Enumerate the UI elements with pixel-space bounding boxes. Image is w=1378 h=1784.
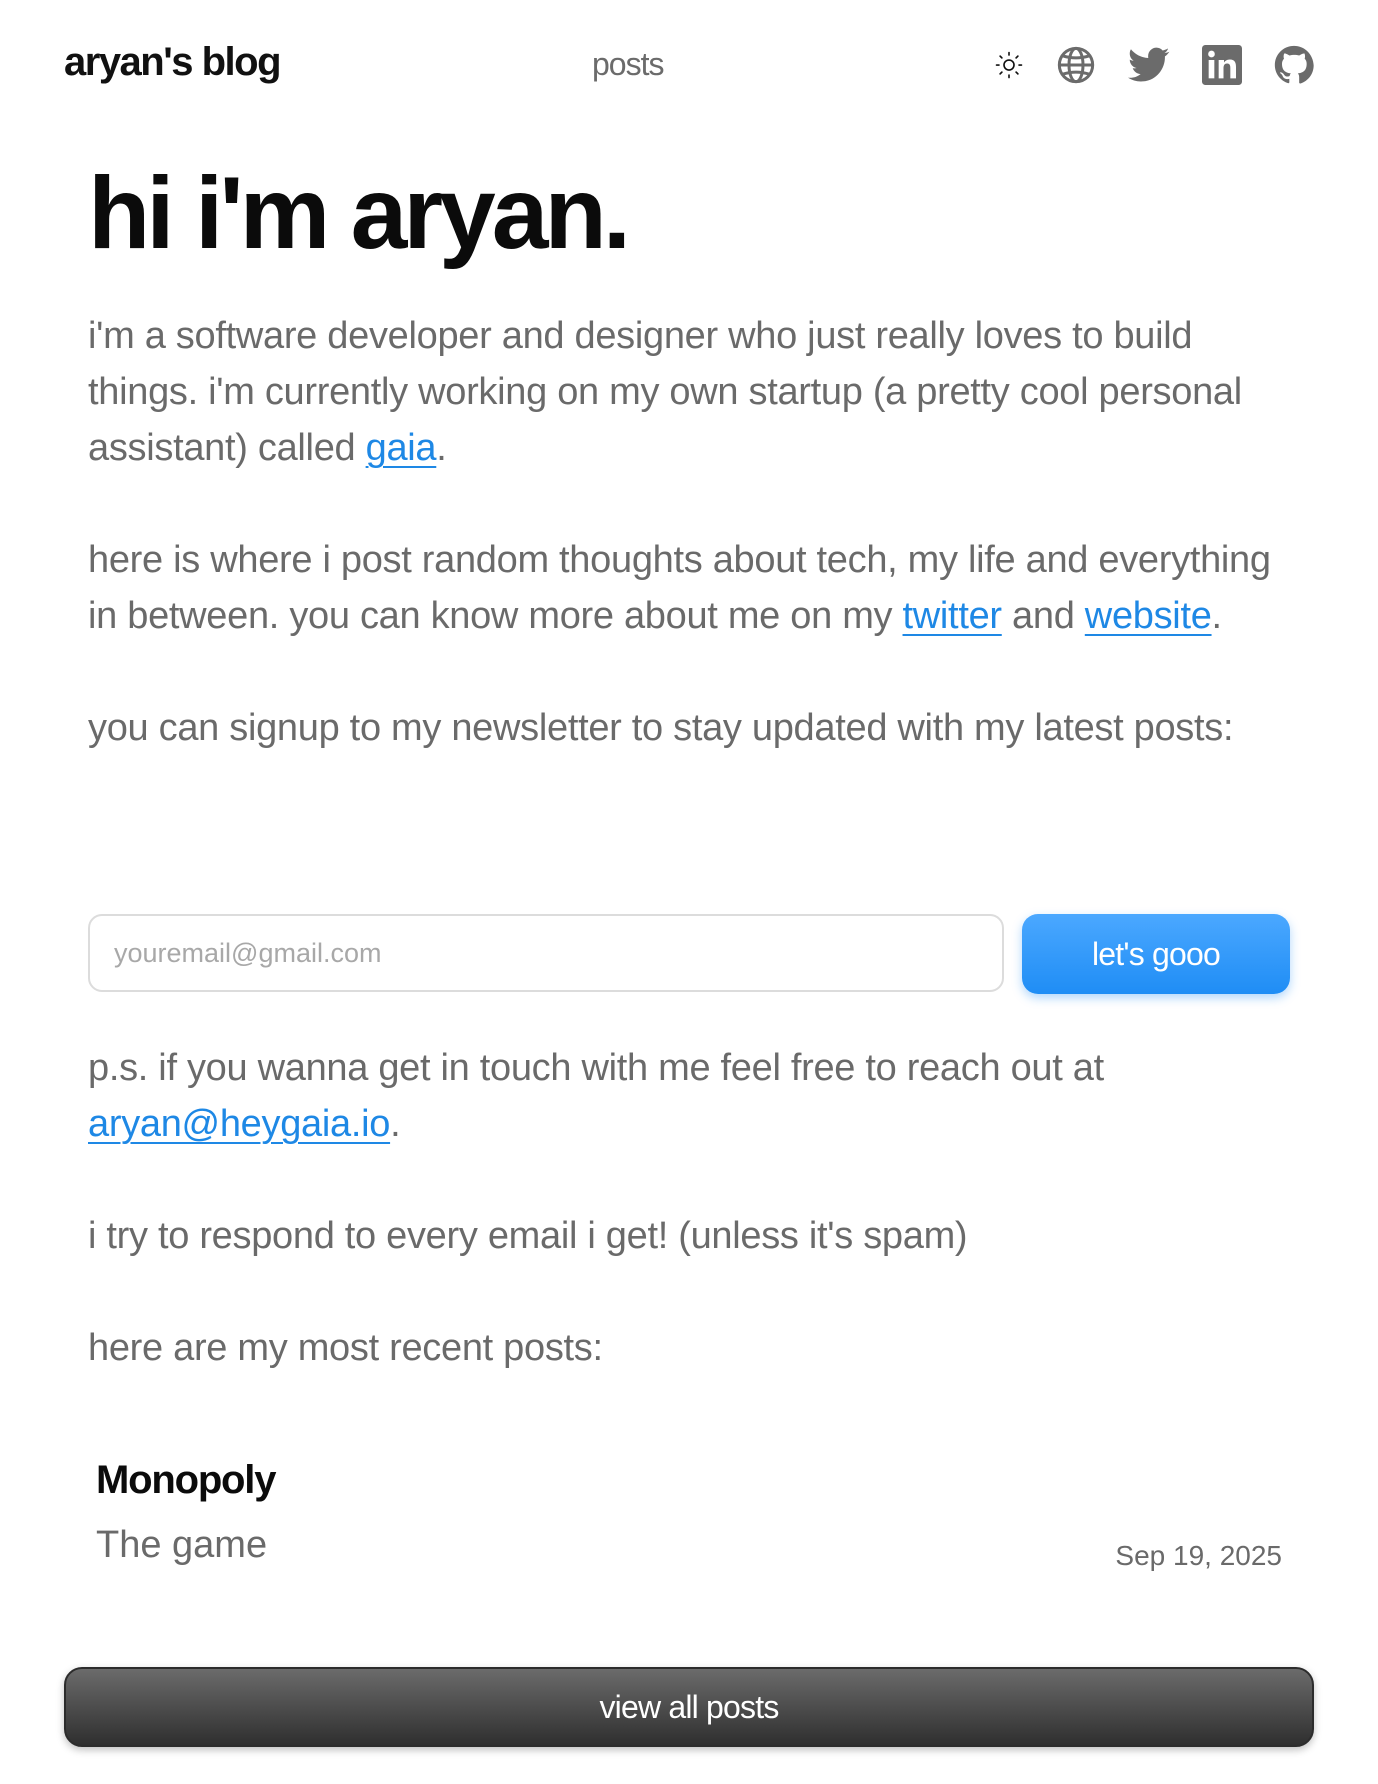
view-all-posts-button[interactable]: view all posts <box>64 1667 1314 1747</box>
period-text: . <box>390 1103 401 1145</box>
linkedin-icon[interactable] <box>1202 45 1242 85</box>
period-text: . <box>436 427 447 469</box>
website-link[interactable]: website <box>1085 595 1212 637</box>
gaia-link[interactable]: gaia <box>366 427 437 469</box>
response-note: i try to respond to every email i get! (… <box>88 1215 968 1257</box>
sun-icon[interactable] <box>994 50 1024 80</box>
intro-paragraph-1: i'm a software developer and designer wh… <box>88 308 1290 476</box>
subscribe-button[interactable]: let's gooo <box>1022 914 1290 994</box>
contact-text: p.s. if you wanna get in touch with me f… <box>88 1047 1104 1089</box>
twitter-icon[interactable] <box>1128 47 1170 83</box>
header-icons <box>994 40 1314 90</box>
nav-posts-link[interactable]: posts <box>592 46 664 83</box>
post-item[interactable]: Monopoly The game Sep 19, 2025 <box>96 1452 1282 1582</box>
intro-section: hi i'm aryan. i'm a software developer a… <box>88 148 1290 756</box>
newsletter-prompt: you can signup to my newsletter to stay … <box>88 707 1234 749</box>
globe-icon[interactable] <box>1056 45 1096 85</box>
recent-posts-heading: here are my most recent posts: <box>88 1327 603 1369</box>
email-input[interactable] <box>88 914 1004 992</box>
intro-text: i'm a software developer and designer wh… <box>88 315 1242 469</box>
period-text: . <box>1211 595 1223 637</box>
post-subtitle: The game <box>96 1524 268 1566</box>
github-icon[interactable] <box>1274 45 1314 85</box>
newsletter-form: let's gooo <box>88 914 1290 994</box>
site-header: aryan's blog posts <box>0 0 1378 130</box>
contact-section: p.s. if you wanna get in touch with me f… <box>88 1040 1290 1376</box>
contact-paragraph: p.s. if you wanna get in touch with me f… <box>88 1040 1290 1152</box>
post-title: Monopoly <box>96 1458 276 1502</box>
and-text: and <box>1001 595 1085 637</box>
twitter-link[interactable]: twitter <box>903 595 1003 637</box>
hero-heading: hi i'm aryan. <box>88 156 631 270</box>
site-brand-link[interactable]: aryan's blog <box>64 40 282 85</box>
post-date: Sep 19, 2025 <box>1115 1540 1282 1571</box>
intro-paragraph-2: here is where i post random thoughts abo… <box>88 532 1290 644</box>
email-link[interactable]: aryan@heygaia.io <box>88 1103 390 1145</box>
